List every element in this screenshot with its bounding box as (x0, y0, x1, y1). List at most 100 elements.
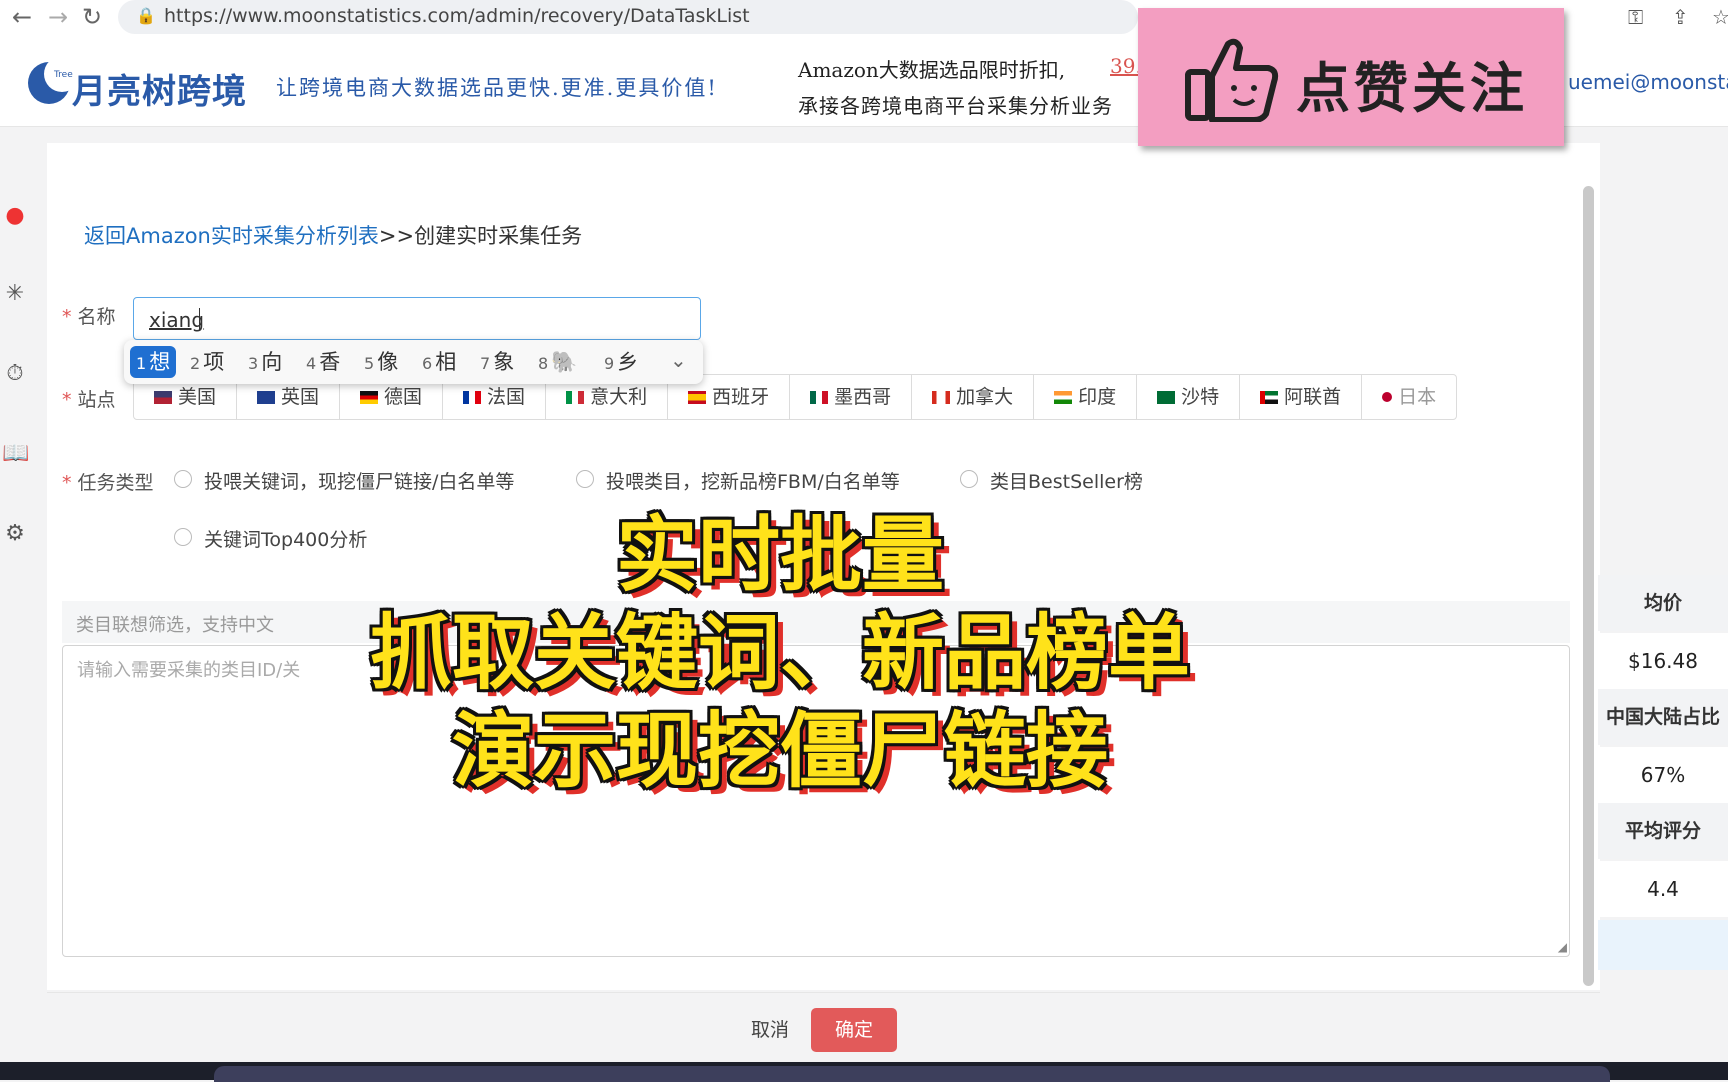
sticker-text: 点赞关注 (1296, 57, 1528, 120)
book-icon[interactable]: 📖 (2, 441, 29, 466)
ime-candidate[interactable]: 6相 (422, 346, 456, 378)
in-flag-icon (1054, 390, 1073, 404)
ime-candidate[interactable]: 2项 (190, 346, 224, 378)
stat-value: 4.4 (1598, 861, 1728, 917)
promo-line-2: 承接各跨境电商平台采集分析业务 (798, 94, 1113, 118)
jp-flag-icon (1382, 392, 1393, 402)
site-label-text: 站点 (77, 389, 116, 411)
ime-candidate[interactable]: 9乡 (604, 346, 638, 378)
ime-candidate-number: 2 (190, 354, 201, 373)
ime-candidate[interactable]: 5像 (364, 346, 398, 378)
ime-candidate-text: 想 (149, 350, 171, 374)
es-flag-icon (688, 390, 707, 404)
star-icon[interactable]: ☆ (1712, 5, 1728, 29)
site-slogan: 让跨境电商大数据选品更快.更准.更具价值! (276, 76, 718, 100)
ca-flag-icon (932, 390, 951, 404)
ime-candidate-number: 8 (538, 354, 549, 373)
task-type-radio-category[interactable] (576, 470, 594, 488)
stat-label: 均价 (1598, 575, 1728, 631)
it-flag-icon (566, 390, 585, 404)
site-option-sa[interactable]: 沙特 (1137, 375, 1241, 419)
site-option-mx[interactable]: 墨西哥 (790, 375, 913, 419)
stats-highlight-row (1598, 920, 1728, 970)
required-mark: * (62, 306, 72, 328)
ime-candidate-text: 相 (435, 350, 457, 374)
confirm-button[interactable]: 确定 (811, 1008, 897, 1052)
like-follow-sticker: 点赞关注 (1138, 8, 1564, 146)
site-option-ae[interactable]: 阿联酋 (1240, 375, 1363, 419)
sparkle-icon[interactable]: ✳ (2, 281, 28, 306)
ime-candidate[interactable]: 3向 (248, 346, 282, 378)
ime-candidate-text: 项 (203, 350, 225, 374)
site-logo[interactable]: 月亮树跨境 (72, 64, 247, 113)
ime-candidate-number: 5 (364, 354, 375, 373)
logo-small-text: Tree (54, 70, 73, 80)
thumbs-up-icon (1185, 38, 1279, 122)
task-type-radio-keyword[interactable] (174, 470, 192, 488)
chevron-down-icon[interactable]: ⌄ (670, 348, 687, 372)
ime-candidate-text: 像 (377, 350, 399, 374)
bulb-icon[interactable]: ● (2, 203, 28, 228)
caption-line-3: 演示现挖僵尸链接 (451, 704, 1108, 799)
ime-candidate-number: 1 (136, 354, 147, 373)
ime-candidate-number: 7 (480, 354, 491, 373)
ae-flag-icon (1260, 390, 1279, 404)
site-label: * 站点 (62, 385, 116, 412)
site-option-label: 日本 (1398, 386, 1437, 408)
ime-candidate-text: 象 (493, 350, 515, 374)
scrollbar[interactable] (1583, 186, 1594, 986)
task-type-radio-bestseller[interactable] (960, 470, 978, 488)
ime-candidate-number: 6 (422, 354, 433, 373)
key-icon[interactable]: ⚿ (1628, 5, 1643, 29)
site-option-jp[interactable]: 日本 (1362, 375, 1456, 419)
forward-icon[interactable]: → (48, 4, 68, 30)
name-label: * 名称 (62, 302, 116, 329)
footer-divider (47, 992, 1600, 993)
site-option-label: 沙特 (1181, 386, 1220, 408)
de-flag-icon (360, 390, 379, 404)
resize-handle-icon[interactable]: ◢ (1558, 940, 1567, 954)
site-option-label: 西班牙 (712, 386, 770, 408)
site-option-ca[interactable]: 加拿大 (912, 375, 1035, 419)
ime-candidate-number: 3 (248, 354, 259, 373)
name-label-text: 名称 (77, 306, 116, 328)
cancel-button[interactable]: 取消 (735, 1008, 805, 1052)
mx-flag-icon (810, 390, 829, 404)
ime-candidate[interactable]: 4香 (306, 346, 340, 378)
uk-flag-icon (257, 390, 276, 404)
ime-candidate-text: 向 (261, 350, 283, 374)
fr-flag-icon (463, 390, 482, 404)
stat-value: $16.48 (1598, 633, 1728, 689)
ime-candidate-text: 香 (319, 350, 341, 374)
ime-candidate-number: 4 (306, 354, 317, 373)
sa-flag-icon (1157, 390, 1176, 404)
site-option-label: 墨西哥 (834, 386, 892, 408)
ime-candidate[interactable]: 1想 (130, 346, 177, 378)
lock-icon: 🔒 (136, 6, 156, 25)
address-bar[interactable]: 🔒 https://www.moonstatistics.com/admin/r… (118, 0, 1138, 34)
back-to-list-link[interactable]: 返回Amazon实时采集分析列表 (84, 224, 379, 248)
reload-icon[interactable]: ↻ (82, 4, 102, 30)
ime-candidate[interactable]: 7象 (480, 346, 514, 378)
breadcrumb: 返回Amazon实时采集分析列表>>创建实时采集任务 (84, 220, 582, 250)
us-flag-icon (154, 390, 172, 404)
stat-label: 平均评分 (1598, 803, 1728, 859)
ime-candidate-text: 🐘 (551, 350, 578, 374)
text-caret (199, 308, 200, 330)
name-input[interactable]: xiang (133, 297, 701, 340)
ime-candidate[interactable]: 8 🐘 (538, 346, 577, 378)
timer-icon[interactable]: ⏱ (2, 361, 28, 386)
contact-email[interactable]: uemei@moonstat (1568, 70, 1728, 94)
breadcrumb-current: >>创建实时采集任务 (378, 224, 583, 248)
site-option-label: 加拿大 (956, 386, 1014, 408)
stat-label: 中国大陆占比 (1598, 689, 1728, 745)
url-text: https://www.moonstatistics.com/admin/rec… (164, 5, 750, 27)
site-option-label: 阿联酋 (1284, 386, 1342, 408)
ime-candidate-text: 乡 (617, 350, 639, 374)
share-icon[interactable]: ⇪ (1672, 5, 1689, 29)
back-icon[interactable]: ← (12, 4, 32, 30)
site-option-label: 印度 (1078, 386, 1117, 408)
site-option-in[interactable]: 印度 (1034, 375, 1138, 419)
stat-value: 67% (1598, 747, 1728, 803)
required-mark: * (62, 389, 72, 411)
